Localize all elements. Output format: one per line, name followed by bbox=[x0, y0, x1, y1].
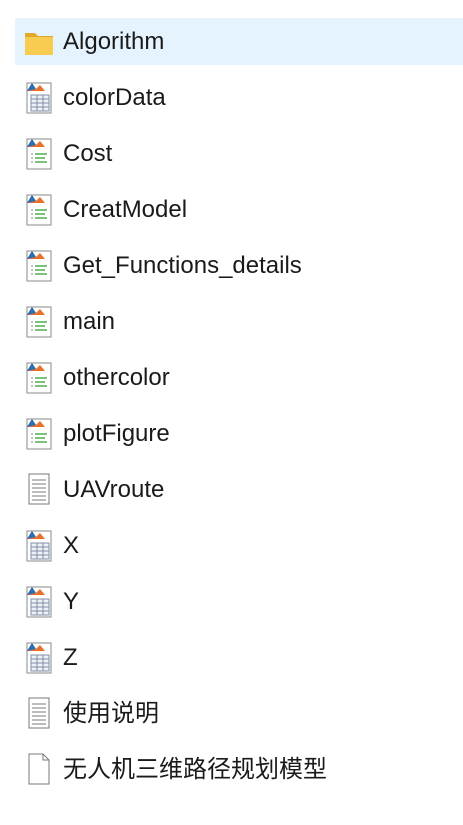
file-item-get-functions-details[interactable]: Get_Functions_details bbox=[0, 239, 463, 295]
folder-icon bbox=[23, 21, 55, 61]
file-item-label: Get_Functions_details bbox=[63, 252, 302, 279]
matlab-data-icon bbox=[23, 77, 55, 117]
file-item-main[interactable]: main bbox=[0, 295, 463, 351]
matlab-data-icon bbox=[23, 637, 55, 677]
file-item-label: 使用说明 bbox=[63, 699, 159, 727]
text-document-icon bbox=[23, 693, 55, 733]
file-item-label: Cost bbox=[63, 140, 113, 167]
file-item-label: X bbox=[63, 532, 80, 559]
file-item-label: Z bbox=[63, 644, 78, 671]
file-item-uavroute[interactable]: UAVroute bbox=[0, 463, 463, 519]
matlab-script-icon bbox=[23, 413, 55, 453]
matlab-script-icon bbox=[23, 189, 55, 229]
file-item-label: 无人机三维路径规划模型 bbox=[63, 755, 327, 783]
matlab-script-icon bbox=[23, 357, 55, 397]
file-item-algorithm[interactable]: Algorithm bbox=[0, 15, 463, 71]
file-item-creatmodel[interactable]: CreatModel bbox=[0, 183, 463, 239]
file-item-colordata[interactable]: colorData bbox=[0, 71, 463, 127]
file-list: Algorithm colorData Cost CreatModel Get_… bbox=[0, 15, 463, 799]
file-item-label: plotFigure bbox=[63, 420, 170, 447]
file-item-z[interactable]: Z bbox=[0, 631, 463, 687]
file-item-uav-3d-path-model[interactable]: 无人机三维路径规划模型 bbox=[0, 743, 463, 799]
matlab-script-icon bbox=[23, 245, 55, 285]
file-item-label: main bbox=[63, 308, 116, 335]
file-item-y[interactable]: Y bbox=[0, 575, 463, 631]
matlab-script-icon bbox=[23, 301, 55, 341]
text-document-icon bbox=[23, 469, 55, 509]
file-item-cost[interactable]: Cost bbox=[0, 127, 463, 183]
file-item-label: othercolor bbox=[63, 364, 170, 391]
matlab-data-icon bbox=[23, 581, 55, 621]
file-item-label: CreatModel bbox=[63, 196, 188, 223]
file-item-label: Y bbox=[63, 588, 80, 615]
file-item-plotfigure[interactable]: plotFigure bbox=[0, 407, 463, 463]
file-item-x[interactable]: X bbox=[0, 519, 463, 575]
file-item-label: UAVroute bbox=[63, 476, 165, 503]
blank-file-icon bbox=[23, 749, 55, 789]
matlab-script-icon bbox=[23, 133, 55, 173]
file-item-usage-instructions[interactable]: 使用说明 bbox=[0, 687, 463, 743]
matlab-data-icon bbox=[23, 525, 55, 565]
file-item-label: Algorithm bbox=[63, 28, 165, 55]
file-item-label: colorData bbox=[63, 84, 166, 111]
file-item-othercolor[interactable]: othercolor bbox=[0, 351, 463, 407]
